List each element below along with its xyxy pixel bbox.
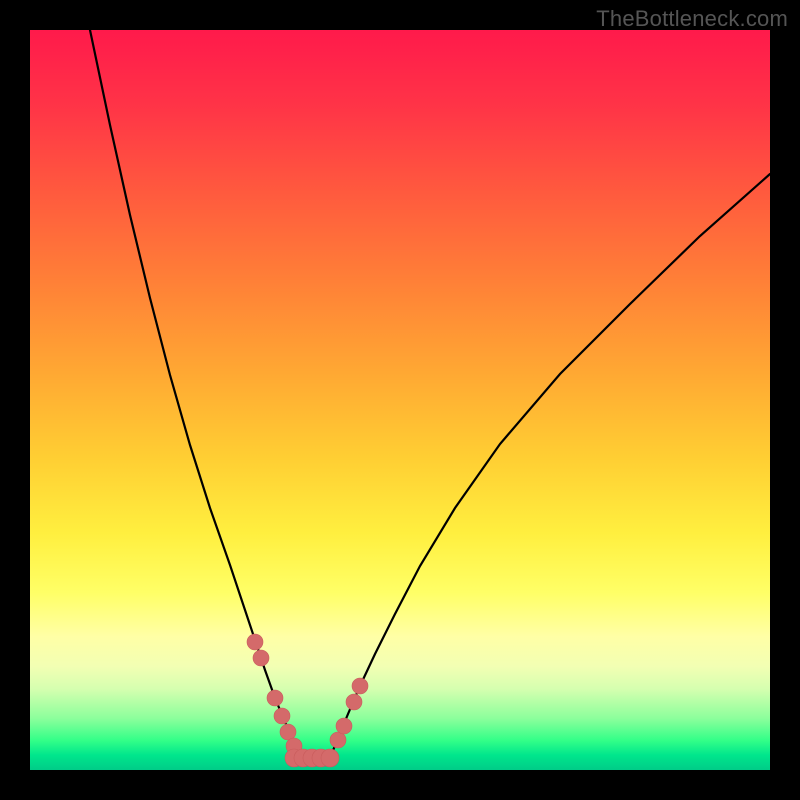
bead-marker [280, 724, 296, 740]
bead-marker [330, 732, 346, 748]
bead-markers [247, 634, 368, 767]
bead-marker [346, 694, 362, 710]
left-curve-line [90, 30, 301, 758]
curve-overlay [30, 30, 770, 770]
bead-marker [352, 678, 368, 694]
chart-container: TheBottleneck.com [0, 0, 800, 800]
bead-marker [267, 690, 283, 706]
bead-marker [253, 650, 269, 666]
plot-area [30, 30, 770, 770]
watermark-label: TheBottleneck.com [596, 6, 788, 32]
right-curve-line [330, 174, 770, 758]
bead-marker [247, 634, 263, 650]
bead-marker [336, 718, 352, 734]
bead-marker [321, 749, 339, 767]
bead-marker [274, 708, 290, 724]
